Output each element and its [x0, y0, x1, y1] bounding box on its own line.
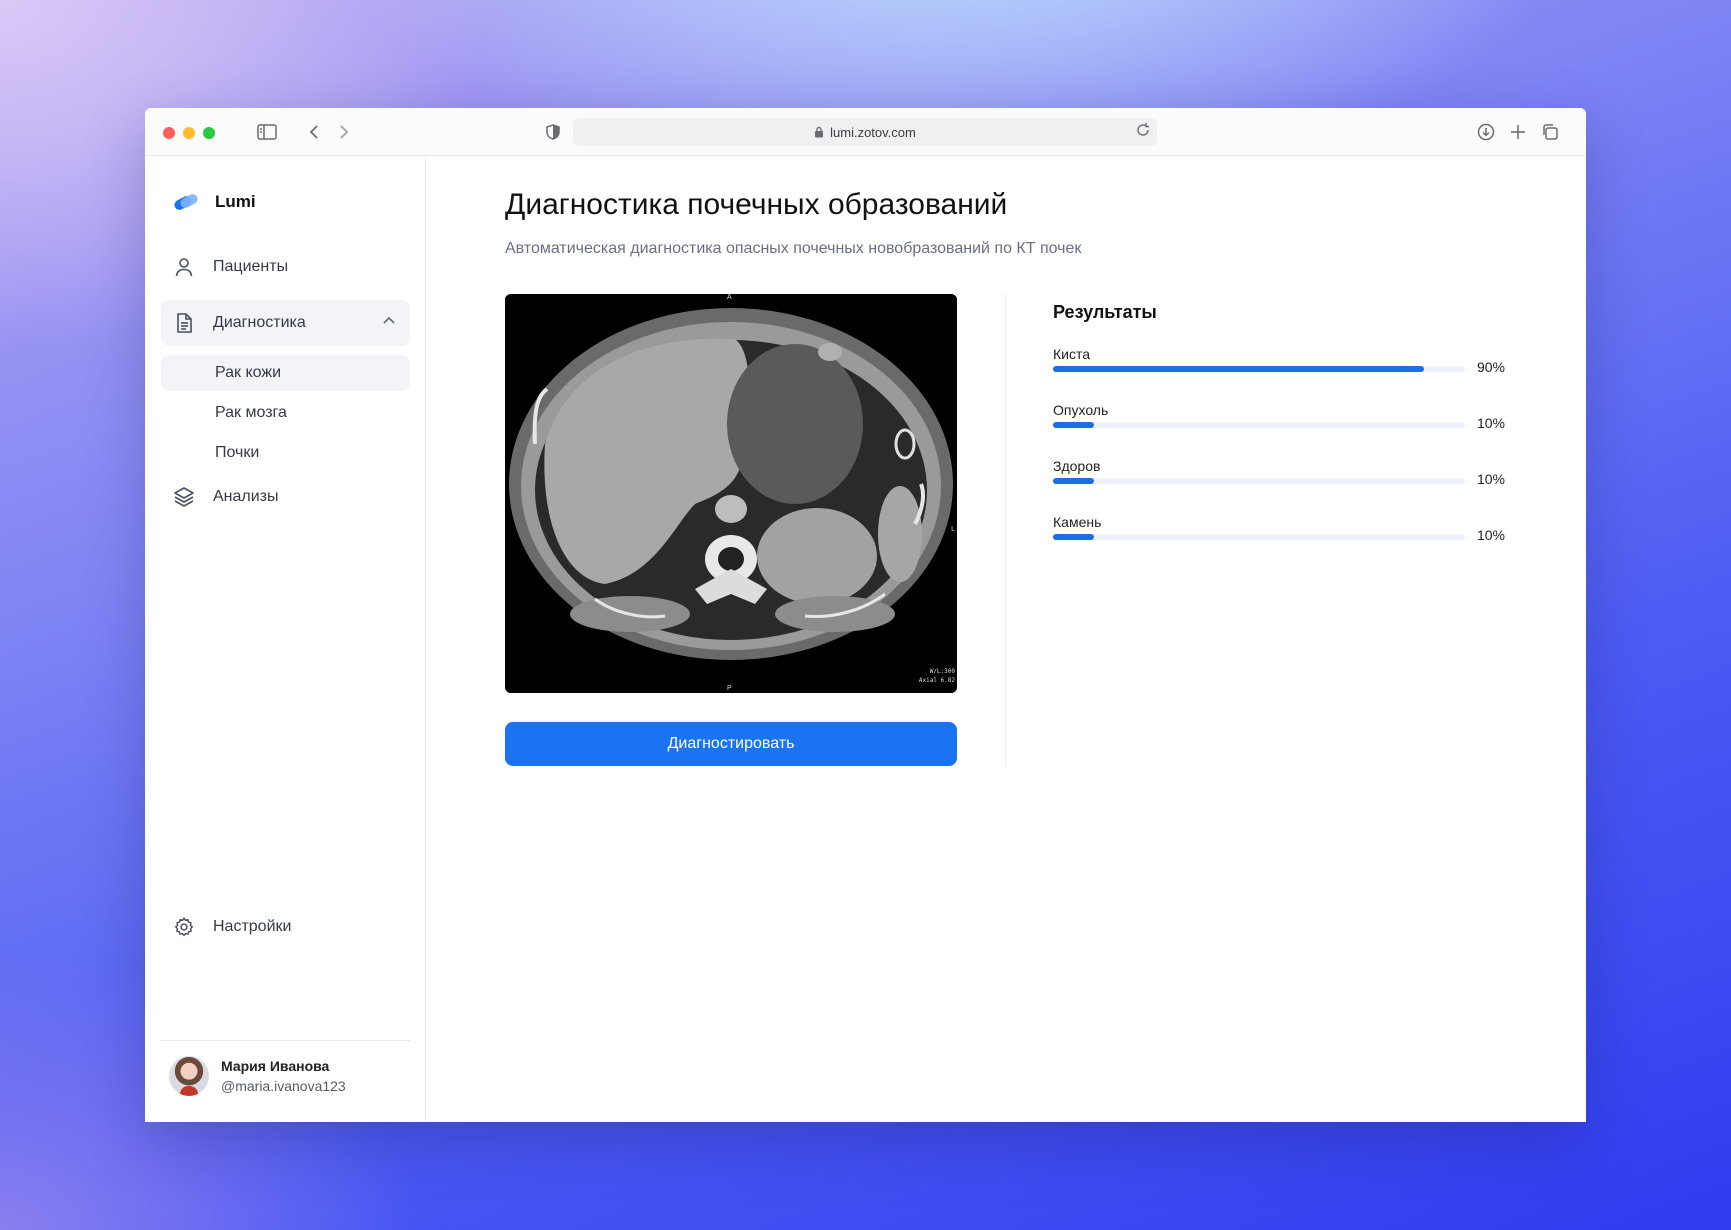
nav-item-analyses[interactable]: Анализы [161, 474, 410, 520]
nav-item-settings[interactable]: Настройки [161, 904, 410, 950]
column-divider [1005, 294, 1006, 766]
lumi-logo-icon [174, 194, 198, 210]
result-label: Камень [1053, 514, 1102, 530]
scan-window-level: W/L:300 [929, 668, 955, 675]
result-row: Здоров 10% [1053, 458, 1505, 487]
zoom-window-button[interactable] [203, 127, 215, 139]
result-progress-track [1053, 366, 1465, 372]
browser-toolbar: lumi.zotov.com [145, 108, 1586, 156]
chevron-up-icon[interactable] [382, 313, 396, 332]
sidebar-divider [161, 1040, 410, 1041]
url-text: lumi.zotov.com [830, 124, 916, 140]
result-progress-track [1053, 478, 1465, 484]
minimize-window-button[interactable] [183, 127, 195, 139]
browser-window: lumi.zotov.com Lumi Пациенты Диагностика… [145, 108, 1586, 1122]
scan-series: Axial 6.82 [918, 677, 955, 684]
avatar [169, 1056, 209, 1096]
result-percent: 10% [1476, 471, 1505, 487]
user-name: Мария Иванова [221, 1058, 330, 1074]
sub-item-label: Рак кожи [215, 364, 282, 381]
scan-label-bottom: P [727, 685, 732, 692]
gear-icon [174, 917, 194, 937]
result-progress-fill [1053, 478, 1095, 484]
new-tab-icon[interactable] [1506, 120, 1530, 144]
scan-label-side: L [951, 526, 955, 533]
lock-icon [815, 126, 824, 138]
result-progress-fill [1053, 422, 1095, 428]
address-bar[interactable]: lumi.zotov.com [573, 118, 1157, 146]
scan-label-top: A [727, 294, 732, 301]
layers-icon [174, 487, 194, 507]
nav-item-diagnostics[interactable]: Диагностика [161, 300, 410, 346]
nav-item-label: Пациенты [213, 258, 289, 275]
result-percent: 90% [1476, 359, 1505, 375]
nav-item-label: Диагностика [213, 314, 306, 331]
result-row: Опухоль 10% [1053, 402, 1505, 431]
nav-item-label: Настройки [213, 918, 292, 935]
sub-item-kidneys[interactable]: Почки [161, 435, 410, 471]
diagnose-button[interactable]: Диагностировать [505, 722, 957, 766]
result-progress-track [1053, 534, 1465, 540]
user-icon [175, 258, 193, 277]
result-percent: 10% [1476, 415, 1505, 431]
nav-item-patients[interactable]: Пациенты [161, 244, 410, 290]
sub-item-label: Почки [215, 444, 260, 461]
shield-icon[interactable] [541, 120, 565, 144]
result-progress-fill [1053, 366, 1424, 372]
result-row: Киста 90% [1053, 346, 1505, 375]
page-title: Диагностика почечных образований [505, 188, 1008, 221]
sidebar: Lumi Пациенты Диагностика Рак кожи Рак м… [145, 156, 426, 1122]
brand[interactable]: Lumi [173, 192, 256, 212]
user-profile[interactable]: Мария Иванова @maria.ivanova123 [169, 1056, 346, 1096]
sidebar-toggle-icon[interactable] [255, 120, 279, 144]
result-label: Здоров [1053, 458, 1101, 474]
results-title: Результаты [1053, 302, 1157, 322]
tabs-overview-icon[interactable] [1538, 120, 1562, 144]
result-percent: 10% [1476, 527, 1505, 543]
user-info: Мария Иванова @maria.ivanova123 [221, 1058, 346, 1094]
result-progress-track [1053, 422, 1465, 428]
user-handle: @maria.ivanova123 [221, 1078, 346, 1094]
close-window-button[interactable] [163, 127, 175, 139]
result-label: Опухоль [1053, 402, 1109, 418]
back-icon[interactable] [302, 120, 326, 144]
sub-item-label: Рак мозга [215, 404, 287, 421]
result-label: Киста [1053, 346, 1091, 362]
main-content: Диагностика почечных образований Автомат… [427, 156, 1586, 1122]
brand-name: Lumi [215, 192, 256, 211]
document-icon [177, 313, 192, 333]
ct-scan-image: A P L W/L:300 Axial 6.82 [505, 294, 957, 693]
forward-icon[interactable] [332, 120, 356, 144]
sub-item-skin-cancer[interactable]: Рак кожи [161, 355, 410, 391]
reload-icon[interactable] [1135, 122, 1151, 141]
download-icon[interactable] [1474, 120, 1498, 144]
nav-item-label: Анализы [213, 488, 279, 505]
page-subtitle: Автоматическая диагностика опасных почеч… [505, 240, 1082, 257]
sub-item-brain-cancer[interactable]: Рак мозга [161, 395, 410, 431]
result-row: Камень 10% [1053, 514, 1505, 543]
result-progress-fill [1053, 534, 1095, 540]
